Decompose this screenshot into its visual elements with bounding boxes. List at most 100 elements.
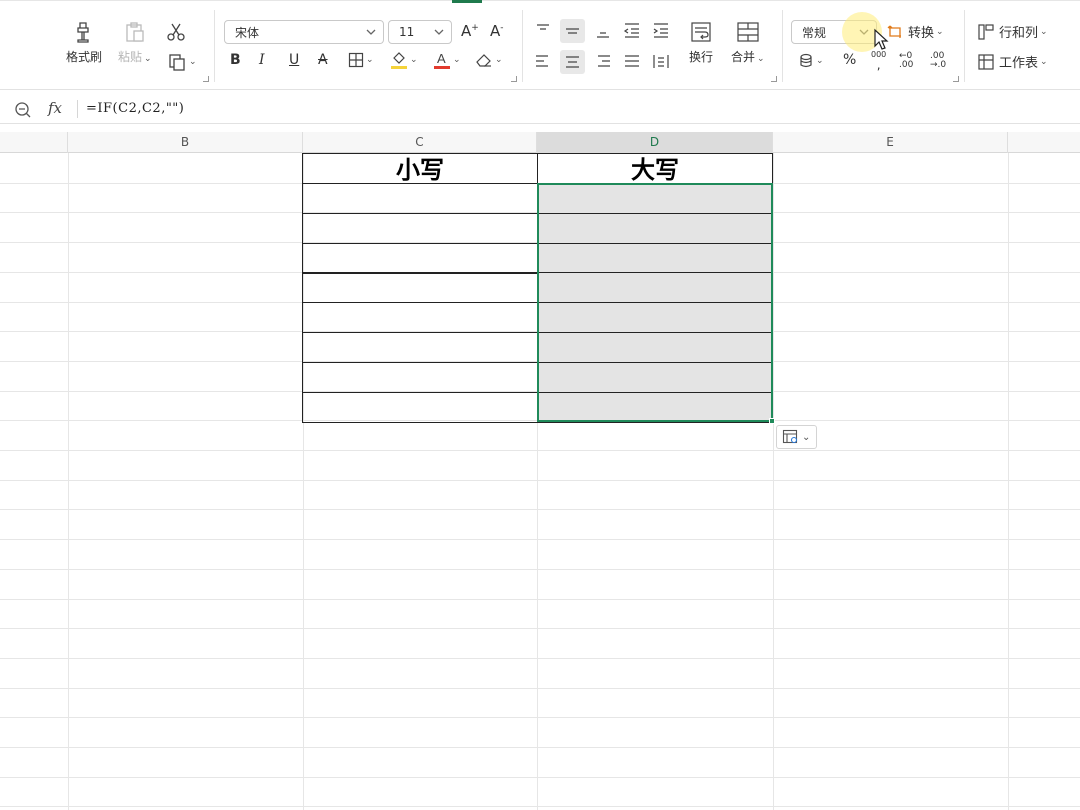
fill-handle[interactable] <box>769 418 775 424</box>
strikethrough-button[interactable]: A <box>318 52 328 68</box>
merge-button[interactable]: 合并 ⌄ <box>731 20 765 65</box>
svg-text:A: A <box>437 51 446 66</box>
selection-range-d2-d9[interactable] <box>537 183 773 422</box>
align-bottom-button[interactable] <box>593 20 613 44</box>
clear-dropdown-icon: ⌄ <box>495 55 503 65</box>
percent-button[interactable]: % <box>843 52 856 68</box>
row-gridline <box>0 450 1080 451</box>
convert-dropdown-icon: ⌄ <box>936 26 944 37</box>
table-cell-c[interactable] <box>302 362 538 393</box>
table-cell-c[interactable] <box>302 302 538 333</box>
column-header-d[interactable]: D <box>537 132 773 153</box>
increase-font-size-button[interactable]: A+ <box>461 22 479 40</box>
paste-icon <box>126 22 144 42</box>
zoom-formula-button[interactable] <box>14 101 32 123</box>
clipboard-dialog-launcher-icon[interactable] <box>203 76 209 82</box>
paste-button[interactable]: 粘贴 ⌄ <box>118 20 152 65</box>
distributed-align-button[interactable] <box>651 51 671 75</box>
italic-button[interactable]: I <box>259 52 265 68</box>
font-color-icon: A <box>434 51 450 69</box>
borders-dropdown-icon: ⌄ <box>366 55 374 65</box>
row-gridline <box>0 539 1080 540</box>
table-cell-c[interactable] <box>302 243 538 274</box>
currency-format-button[interactable]: ⌄ <box>798 52 824 70</box>
scissors-icon <box>167 23 185 41</box>
formula-input[interactable]: =IF(C2,C2,"") <box>86 101 184 116</box>
align-center-button[interactable] <box>560 50 585 74</box>
justify-button[interactable] <box>622 51 642 75</box>
table-cell-c[interactable] <box>302 392 538 423</box>
font-name-select[interactable]: 宋体 <box>224 20 384 44</box>
font-color-button[interactable]: A ⌄ <box>433 50 461 70</box>
convert-button[interactable]: 转换 ⌄ <box>886 22 944 41</box>
table-cell-c[interactable] <box>302 272 538 303</box>
number-dialog-launcher-icon[interactable] <box>953 76 959 82</box>
column-header-b[interactable]: B <box>68 132 303 153</box>
row-gridline <box>0 628 1080 629</box>
insert-function-button[interactable]: fx <box>48 99 62 117</box>
convert-icon <box>887 25 901 38</box>
table-cell-c[interactable] <box>302 332 538 363</box>
decrease-font-icon: A- <box>490 22 504 40</box>
increase-indent-button[interactable] <box>651 20 671 44</box>
borders-button[interactable]: ⌄ <box>348 52 374 68</box>
rows-columns-button[interactable]: 行和列 ⌄ <box>977 22 1048 41</box>
increase-decimal-icon: ←0.00 <box>899 51 914 70</box>
chevron-down-icon <box>366 29 376 35</box>
align-bottom-icon <box>597 32 609 38</box>
align-top-button[interactable] <box>533 20 553 44</box>
align-top-icon <box>537 24 549 30</box>
cell-d1-header[interactable]: 大写 <box>537 153 773 184</box>
align-center-icon <box>566 56 579 68</box>
paste-caret: ⌄ <box>144 54 152 64</box>
decrease-indent-button[interactable] <box>622 20 642 44</box>
column-header-c[interactable]: C <box>303 132 537 153</box>
quick-analysis-dropdown-icon: ⌄ <box>802 431 811 443</box>
decrease-font-size-button[interactable]: A- <box>490 22 504 40</box>
align-right-icon <box>598 55 610 67</box>
percent-icon: % <box>843 52 857 68</box>
thousands-separator-button[interactable]: 000 , <box>871 50 886 71</box>
font-color-dropdown-icon: ⌄ <box>453 55 461 65</box>
align-middle-button[interactable] <box>560 19 585 43</box>
table-cell-c[interactable] <box>302 183 538 214</box>
indent-icon <box>653 23 668 38</box>
eraser-icon <box>476 54 491 67</box>
column-header-e[interactable]: E <box>773 132 1008 153</box>
ribbon-toolbar: 格式刷 粘贴 ⌄ ⌄ 宋体 11 A+ A- B I U A ⌄ ⌄ A ⌄ ⌄… <box>0 0 1080 90</box>
worksheet-button[interactable]: 工作表 ⌄ <box>977 52 1048 71</box>
font-dialog-launcher-icon[interactable] <box>511 76 517 82</box>
group-separator <box>214 10 215 82</box>
cell-c1-header[interactable]: 小写 <box>302 153 538 184</box>
formula-divider <box>77 100 78 118</box>
column-header-row: B C D E <box>0 132 1080 153</box>
worksheet-icon <box>978 53 994 70</box>
merge-dropdown-icon: ⌄ <box>757 54 765 64</box>
alignment-dialog-launcher-icon[interactable] <box>771 76 777 82</box>
wrap-text-label: 换行 <box>689 50 714 64</box>
format-painter-button[interactable]: 格式刷 <box>66 20 102 65</box>
align-left-button[interactable] <box>533 51 553 75</box>
font-name-value: 宋体 <box>235 25 260 40</box>
quick-analysis-button[interactable]: ⌄ <box>776 425 817 449</box>
wrap-text-button[interactable]: 换行 <box>689 20 713 65</box>
font-size-select[interactable]: 11 <box>388 20 452 44</box>
row-gridline <box>0 717 1080 718</box>
increase-decimal-button[interactable]: ←0.00 <box>899 52 913 70</box>
clear-format-button[interactable]: ⌄ <box>475 52 503 68</box>
cut-button[interactable] <box>165 21 187 47</box>
column-header-f[interactable] <box>1008 132 1080 153</box>
quick-analysis-icon <box>782 429 798 444</box>
select-all-corner[interactable] <box>0 132 68 153</box>
outdent-icon <box>623 23 639 38</box>
table-cell-c[interactable] <box>302 213 538 244</box>
align-right-button[interactable] <box>593 51 613 75</box>
copy-button[interactable]: ⌄ <box>167 52 197 72</box>
column-gridline <box>1008 153 1009 810</box>
underline-button[interactable]: U <box>289 52 299 68</box>
fill-color-button[interactable]: ⌄ <box>390 50 418 70</box>
justify-icon <box>625 55 639 67</box>
bold-button[interactable]: B <box>230 52 241 68</box>
row-gridline <box>0 509 1080 510</box>
decrease-decimal-button[interactable]: .00 →.0 <box>930 52 946 70</box>
